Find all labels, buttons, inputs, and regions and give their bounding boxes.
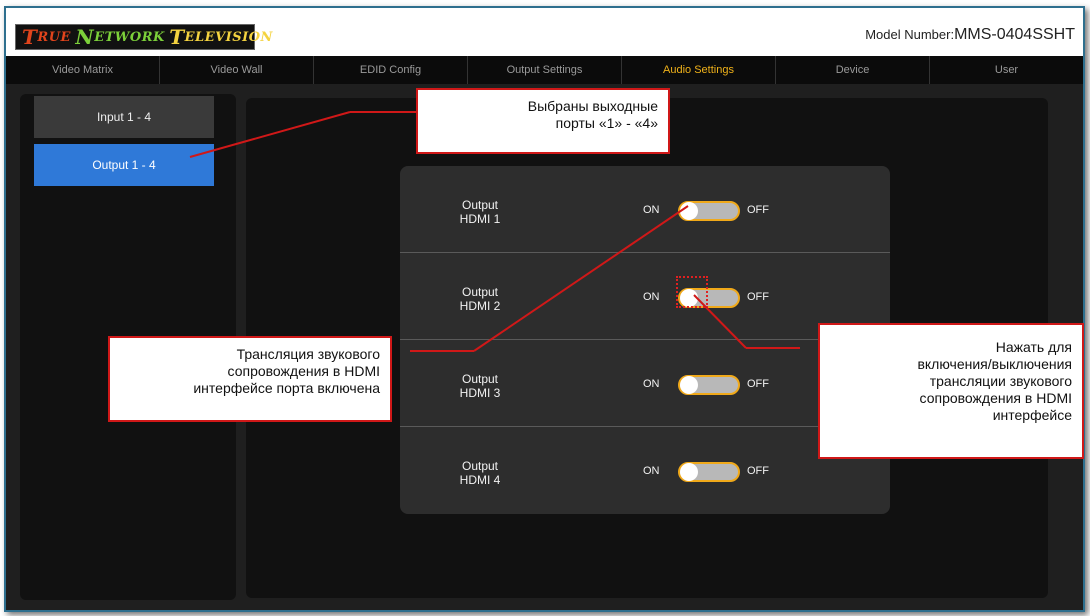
audio-row-hdmi-3: Output HDMI 3 ON OFF bbox=[400, 340, 890, 427]
sidebar-item-input[interactable]: Input 1 - 4 bbox=[34, 96, 214, 138]
model-number: Model Number:MMS-0404SSHT bbox=[865, 26, 1075, 44]
toggle-knob bbox=[680, 202, 698, 220]
tab-device[interactable]: Device bbox=[776, 56, 930, 84]
logo-letter: T bbox=[22, 25, 38, 49]
tab-output-settings[interactable]: Output Settings bbox=[468, 56, 622, 84]
logo-text: ETWORK bbox=[94, 29, 165, 45]
toggle-highlight bbox=[676, 276, 708, 308]
tab-video-wall[interactable]: Video Wall bbox=[160, 56, 314, 84]
audio-toggle-hdmi-3[interactable] bbox=[678, 375, 740, 395]
audio-row-hdmi-2: Output HDMI 2 ON OFF bbox=[400, 253, 890, 340]
output-label: Output HDMI 3 bbox=[459, 372, 501, 400]
brand-logo: T RUE N ETWORK T ELEVISION bbox=[15, 24, 272, 50]
callout-ports-selected: Выбраны выходные порты «1» - «4» bbox=[416, 88, 670, 154]
off-label: OFF bbox=[747, 465, 769, 477]
toggle-knob bbox=[680, 463, 698, 481]
audio-toggle-hdmi-4[interactable] bbox=[678, 462, 740, 482]
callout-audio-enabled: Трансляция звукового сопровождения в HDM… bbox=[108, 336, 392, 422]
sidebar-item-output[interactable]: Output 1 - 4 bbox=[34, 144, 214, 186]
callout-toggle-hint: Нажать для включения/выключения трансляц… bbox=[818, 323, 1084, 459]
off-label: OFF bbox=[747, 378, 769, 390]
output-label: Output HDMI 2 bbox=[459, 285, 501, 313]
audio-row-hdmi-1: Output HDMI 1 ON OFF bbox=[400, 166, 890, 253]
toggle-knob bbox=[680, 376, 698, 394]
on-label: ON bbox=[643, 204, 660, 216]
logo-letter: N bbox=[75, 25, 95, 49]
output-label: Output HDMI 4 bbox=[459, 459, 501, 487]
tab-audio-settings[interactable]: Audio Settings bbox=[622, 56, 776, 84]
off-label: OFF bbox=[747, 204, 769, 216]
tab-user[interactable]: User bbox=[930, 56, 1083, 84]
on-label: ON bbox=[643, 465, 660, 477]
audio-output-card: Output HDMI 1 ON OFF Output HDMI 2 ON OFF … bbox=[400, 166, 890, 514]
audio-toggle-hdmi-1[interactable] bbox=[678, 201, 740, 221]
logo-text: ELEVISION bbox=[184, 29, 273, 45]
output-label: Output HDMI 1 bbox=[459, 198, 501, 226]
audio-row-hdmi-4: Output HDMI 4 ON OFF bbox=[400, 427, 890, 513]
tab-edid-config[interactable]: EDID Config bbox=[314, 56, 468, 84]
model-label: Model Number: bbox=[865, 27, 955, 42]
on-label: ON bbox=[643, 291, 660, 303]
logo-text: RUE bbox=[37, 29, 71, 45]
header: T RUE N ETWORK T ELEVISION Model Number:MMS… bbox=[6, 8, 1083, 56]
off-label: OFF bbox=[747, 291, 769, 303]
tab-video-matrix[interactable]: Video Matrix bbox=[6, 56, 160, 84]
main-nav: Video Matrix Video Wall EDID Config Outp… bbox=[6, 56, 1083, 84]
on-label: ON bbox=[643, 378, 660, 390]
model-value: MMS-0404SSHT bbox=[954, 26, 1075, 43]
logo-letter: T bbox=[169, 25, 185, 49]
